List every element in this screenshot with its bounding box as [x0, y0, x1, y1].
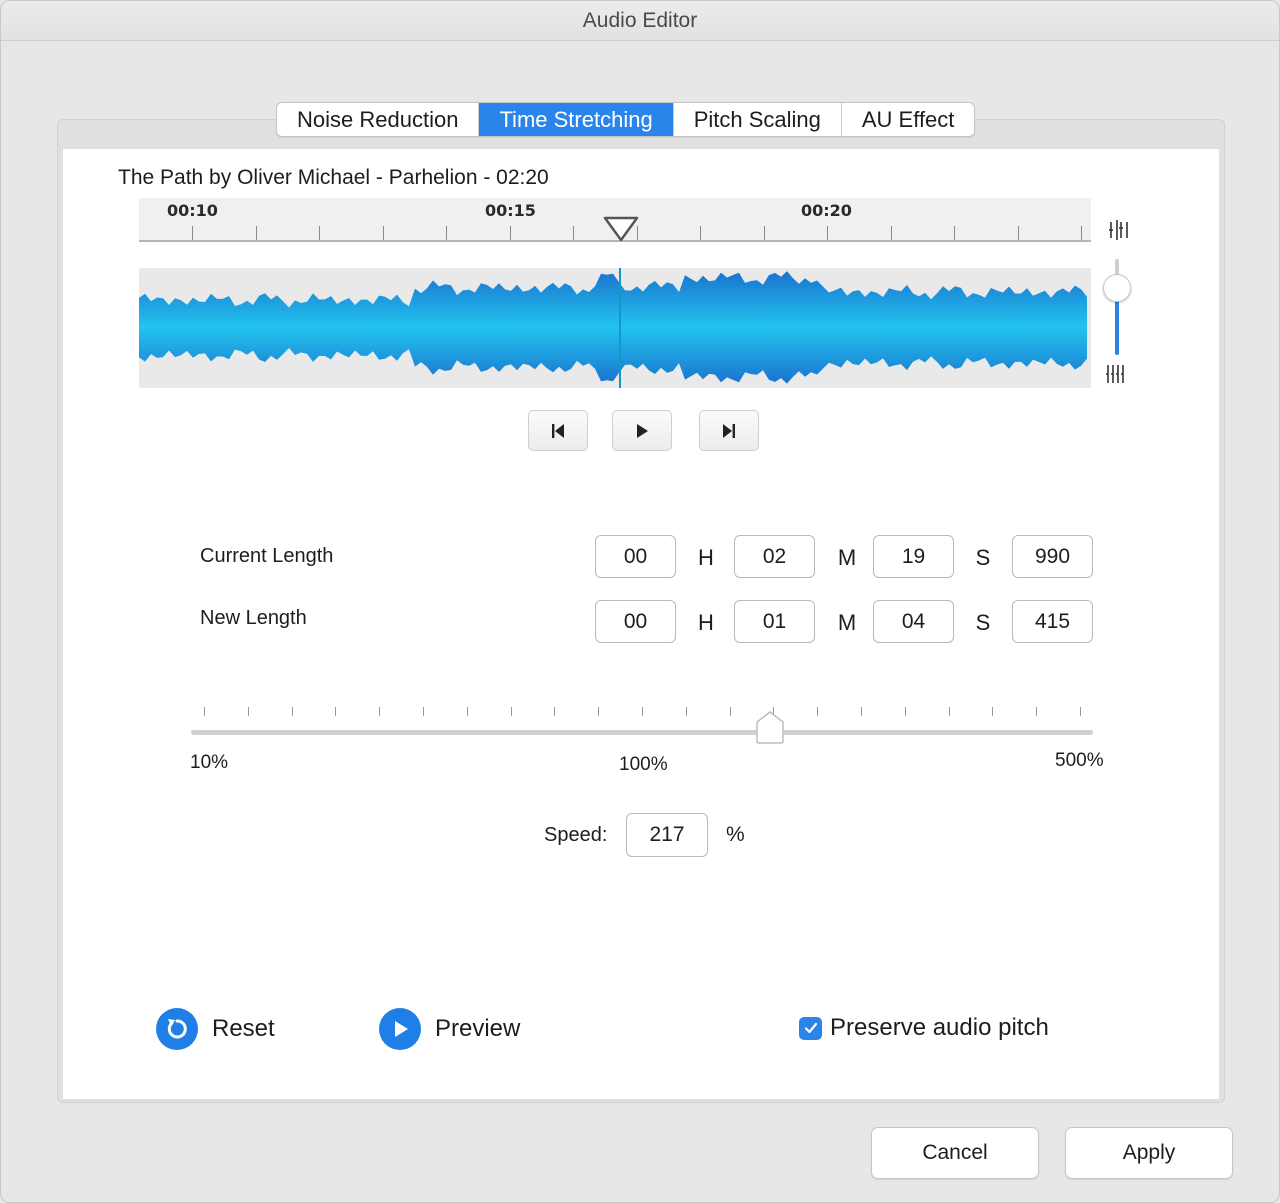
speed-slider-tick	[423, 707, 424, 716]
speed-slider-tick	[861, 707, 862, 716]
skip-to-end-icon	[723, 423, 735, 438]
current-minutes-field[interactable]: 02	[734, 535, 815, 578]
play-button[interactable]	[612, 410, 672, 451]
reset-icon	[156, 1008, 198, 1050]
preview-label: Preview	[435, 1015, 521, 1042]
skip-to-start-icon	[552, 423, 564, 438]
speed-slider-knob[interactable]	[755, 710, 785, 744]
ruler-tick	[446, 226, 447, 240]
speed-slider-tick	[686, 707, 687, 716]
speed-input[interactable]: 217	[626, 813, 708, 857]
speed-slider-tick	[949, 707, 950, 716]
preserve-pitch-checkbox[interactable]	[799, 1016, 822, 1040]
ruler-label: 00:20	[801, 201, 852, 220]
ruler-tick	[764, 226, 765, 240]
ruler-tick	[827, 226, 828, 240]
skip-to-end-button[interactable]	[699, 410, 759, 451]
ruler-tick	[510, 226, 511, 240]
ruler-tick	[954, 226, 955, 240]
speed-mid-label: 100%	[619, 754, 668, 775]
speed-slider-tick	[292, 707, 293, 716]
speed-slider-tick	[905, 707, 906, 716]
seconds-unit-label: S	[975, 610, 991, 635]
speed-slider-track[interactable]	[191, 730, 1093, 735]
tab-time-stretching[interactable]: Time Stretching	[479, 103, 674, 136]
checkmark-icon	[804, 1022, 817, 1034]
hours-unit-label: H	[698, 545, 714, 570]
window-title: Audio Editor	[1, 1, 1279, 41]
tab-noise-reduction[interactable]: Noise Reduction	[277, 103, 480, 136]
speed-slider-tick	[511, 707, 512, 716]
speed-slider-tick	[642, 707, 643, 716]
tab-bar: Noise Reduction Time Stretching Pitch Sc…	[276, 102, 976, 137]
ruler-tick	[383, 226, 384, 240]
current-seconds-field[interactable]: 19	[873, 535, 954, 578]
audio-waveform[interactable]	[139, 268, 1091, 388]
tab-au-effect[interactable]: AU Effect	[842, 103, 975, 136]
speed-slider-tick	[1080, 707, 1081, 716]
ruler-tick	[700, 226, 701, 240]
skip-to-start-button[interactable]	[528, 410, 588, 451]
ruler-label: 00:15	[485, 201, 536, 220]
current-length-label: Current Length	[200, 545, 334, 567]
speed-slider-tick	[992, 707, 993, 716]
zoom-slider-knob[interactable]	[1103, 274, 1131, 302]
reset-button[interactable]: Reset	[156, 1007, 275, 1051]
reset-label: Reset	[212, 1015, 275, 1042]
new-seconds-field[interactable]: 04	[873, 600, 954, 643]
ruler-tick	[192, 226, 193, 240]
tab-pitch-scaling[interactable]: Pitch Scaling	[674, 103, 842, 136]
ruler-tick	[1018, 226, 1019, 240]
minutes-unit-label: M	[837, 610, 857, 635]
speed-slider-tick	[1036, 707, 1037, 716]
speed-slider-tick	[730, 707, 731, 716]
speed-label: Speed:	[544, 824, 608, 846]
new-milliseconds-field[interactable]: 415	[1012, 600, 1093, 643]
speed-min-label: 10%	[190, 752, 229, 773]
speed-slider-tick	[598, 707, 599, 716]
zoom-in-waveform-icon[interactable]	[1107, 218, 1131, 242]
apply-button[interactable]: Apply	[1065, 1127, 1233, 1179]
play-icon	[637, 423, 648, 438]
current-hours-field[interactable]: 00	[595, 535, 676, 578]
speed-slider-tick	[817, 707, 818, 716]
hours-unit-label: H	[698, 610, 714, 635]
speed-slider-tick	[204, 707, 205, 716]
zoom-out-waveform-icon[interactable]	[1105, 362, 1129, 386]
ruler-label: 00:10	[167, 201, 218, 220]
speed-slider-tick	[379, 707, 380, 716]
playhead-marker[interactable]	[603, 216, 639, 242]
track-title: The Path by Oliver Michael - Parhelion -…	[118, 166, 549, 189]
new-hours-field[interactable]: 00	[595, 600, 676, 643]
audio-editor-window: Audio Editor Noise Reduction Time Stretc…	[0, 0, 1280, 1203]
speed-max-label: 500%	[1055, 750, 1104, 771]
seconds-unit-label: S	[975, 545, 991, 570]
preview-play-icon	[379, 1008, 421, 1050]
ruler-tick	[891, 226, 892, 240]
speed-slider-tick	[335, 707, 336, 716]
ruler-tick	[573, 226, 574, 240]
ruler-tick	[319, 226, 320, 240]
speed-unit-label: %	[726, 823, 745, 846]
new-minutes-field[interactable]: 01	[734, 600, 815, 643]
cancel-button[interactable]: Cancel	[871, 1127, 1039, 1179]
ruler-tick	[1081, 226, 1082, 240]
ruler-tick	[256, 226, 257, 240]
speed-slider-tick	[248, 707, 249, 716]
new-length-label: New Length	[200, 607, 307, 629]
preview-button[interactable]: Preview	[379, 1007, 520, 1051]
speed-slider-tick	[554, 707, 555, 716]
minutes-unit-label: M	[837, 545, 857, 570]
current-milliseconds-field[interactable]: 990	[1012, 535, 1093, 578]
speed-slider-tick	[467, 707, 468, 716]
preserve-pitch-option[interactable]: Preserve audio pitch	[799, 1013, 1049, 1043]
preserve-pitch-label: Preserve audio pitch	[830, 1014, 1049, 1041]
